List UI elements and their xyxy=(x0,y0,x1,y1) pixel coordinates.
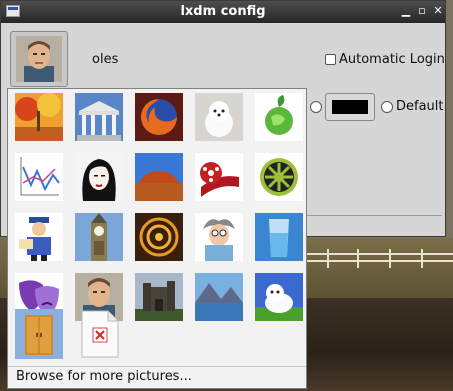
browse-more-pictures-label: Browse for more pictures... xyxy=(16,369,192,384)
menu-item-green-globe[interactable] xyxy=(255,93,303,141)
menu-item-autumn-trees[interactable] xyxy=(15,93,63,141)
menu-item-film-reel[interactable] xyxy=(195,153,243,201)
menu-item-black-hair-woman[interactable] xyxy=(75,153,123,201)
menu-item-mailman-cartoon[interactable] xyxy=(15,213,63,261)
automatic-login-label: Automatic Login xyxy=(339,52,445,67)
close-icon[interactable]: ✕ xyxy=(431,4,445,18)
menu-item-broken-image[interactable] xyxy=(78,309,122,359)
titlebar: lxdm config ▁ ▫ ✕ xyxy=(1,1,445,23)
menu-item-mountain-lake[interactable] xyxy=(195,273,243,321)
menu-item-water-glass[interactable] xyxy=(255,213,303,261)
menu-item-chart-graph[interactable] xyxy=(15,153,63,201)
minimize-icon[interactable]: ▁ xyxy=(399,4,413,18)
user-avatar xyxy=(16,36,62,82)
color-picker-button[interactable] xyxy=(325,93,375,121)
custom-color-radio[interactable] xyxy=(310,101,322,113)
menu-item-desert-rock[interactable] xyxy=(135,153,183,201)
menu-item-castle[interactable] xyxy=(135,273,183,321)
user-picture-button[interactable] xyxy=(10,31,68,87)
color-swatch xyxy=(332,100,368,114)
menu-item-white-dog[interactable] xyxy=(195,93,243,141)
username-label: oles xyxy=(92,52,119,67)
default-label: Default xyxy=(396,99,444,114)
menu-item-white-puppy[interactable] xyxy=(255,273,303,321)
default-radio-option[interactable]: Default xyxy=(381,99,444,114)
automatic-login-checkbox[interactable]: Automatic Login xyxy=(325,52,445,67)
checkbox-box[interactable] xyxy=(325,54,336,65)
maximize-icon[interactable]: ▫ xyxy=(415,4,429,18)
menu-item-speaker-rings[interactable] xyxy=(135,213,183,261)
browse-more-pictures-item[interactable]: Browse for more pictures... xyxy=(8,366,306,387)
default-radio[interactable] xyxy=(381,100,393,113)
menu-item-columns-building[interactable] xyxy=(75,93,123,141)
window-title: lxdm config xyxy=(180,4,266,19)
menu-item-wardrobe-cabinet[interactable] xyxy=(15,309,63,359)
menu-item-firefox-logo[interactable] xyxy=(135,93,183,141)
menu-item-clock-tower[interactable] xyxy=(75,213,123,261)
separator xyxy=(305,215,442,216)
picture-chooser-menu: Browse for more pictures... xyxy=(7,88,307,389)
menu-item-green-wheel[interactable] xyxy=(255,153,303,201)
menu-item-scientist-cartoon[interactable] xyxy=(195,213,243,261)
